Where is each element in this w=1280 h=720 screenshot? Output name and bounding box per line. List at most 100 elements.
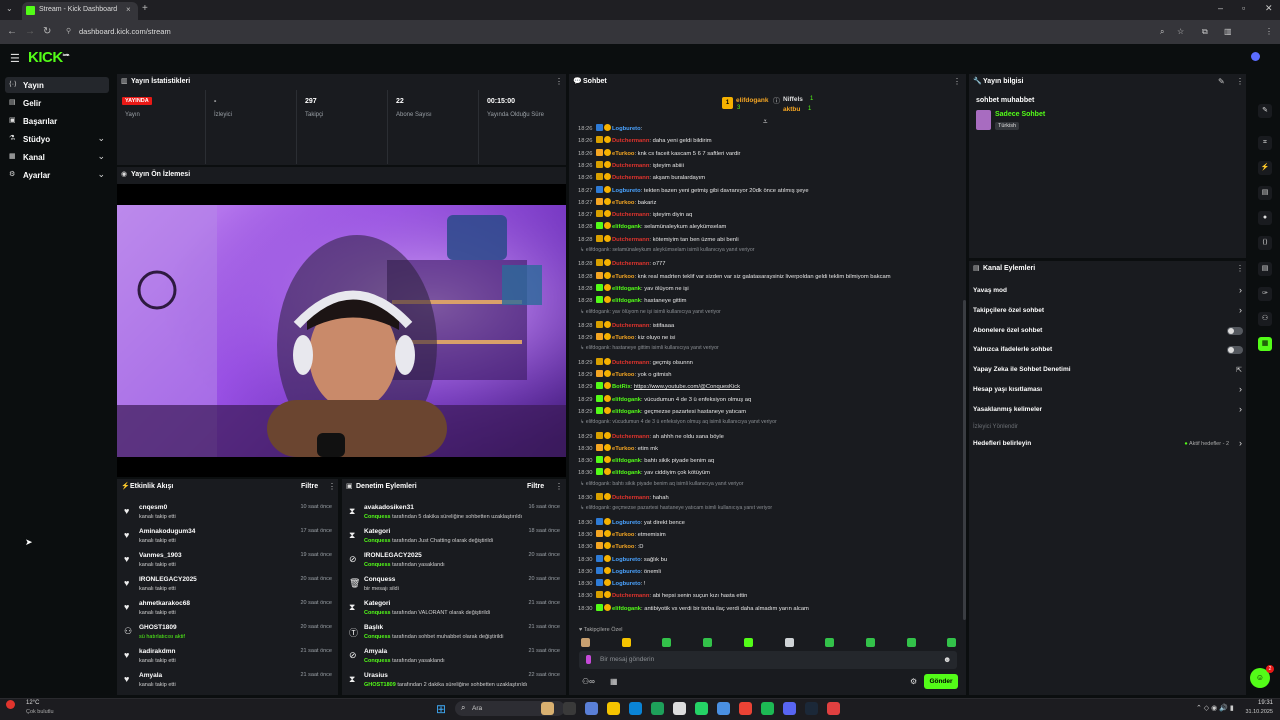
tool-icon[interactable]: ✑ bbox=[1258, 287, 1272, 301]
channel-action-4[interactable]: Yapay Zeka ile Sohbet Denetimi ⇱ bbox=[973, 363, 1245, 379]
kick-logo[interactable]: KICKbeta bbox=[28, 49, 69, 66]
activity-row[interactable]: ♥ ahmetkarakoc68 kanalı takip etti 20 saat … bbox=[117, 598, 338, 622]
chat-username[interactable]: eTurkoo bbox=[612, 151, 634, 157]
moderation-filter-button[interactable]: Filtre bbox=[527, 483, 544, 490]
chat-username[interactable]: elifdogank bbox=[612, 286, 641, 292]
activity-filter-button[interactable]: Filtre bbox=[301, 483, 318, 490]
taskbar-app-icon[interactable] bbox=[563, 702, 576, 715]
header-profile-icon[interactable] bbox=[1251, 52, 1260, 61]
moderation-menu-icon[interactable]: ⋮ bbox=[555, 482, 563, 491]
sidebar-icon[interactable]: ▥ bbox=[1224, 27, 1232, 36]
tray-icons[interactable]: ⌃ ◇ ◉ 🔊 ▮ bbox=[1196, 704, 1234, 712]
site-info-icon[interactable]: ⚲ bbox=[66, 27, 71, 35]
chat-username[interactable]: Dutchermann bbox=[612, 593, 649, 599]
browser-tab[interactable]: Stream - Kick Dashboard × bbox=[22, 2, 138, 20]
chat-username[interactable]: eTurkoo bbox=[612, 274, 634, 280]
chat-username[interactable]: elifdogank bbox=[612, 606, 641, 612]
chat-username[interactable]: Logbureto bbox=[612, 581, 641, 587]
chat-username[interactable]: eTurkoo bbox=[612, 532, 634, 538]
activity-row[interactable]: ♥ Amyala kanalı takip etti 21 saat önce bbox=[117, 670, 338, 694]
points-icon[interactable]: ⚇∞ bbox=[582, 677, 595, 686]
channel-actions-menu-icon[interactable]: ⋮ bbox=[1236, 264, 1244, 273]
pencil-icon[interactable]: ✎ bbox=[1258, 104, 1272, 118]
moderation-row[interactable]: Ⓣ Başlık Conquess tarafından sohbet muhabb… bbox=[342, 622, 566, 646]
chat-username[interactable]: elifdogank bbox=[612, 470, 641, 476]
channel-action-0[interactable]: Yavaş mod › bbox=[973, 284, 1245, 300]
active-tool-icon[interactable]: ▦ bbox=[1258, 337, 1272, 351]
sidebar-item-1[interactable]: ▤ Gelir bbox=[5, 95, 109, 111]
chat-username[interactable]: eTurkoo bbox=[612, 446, 634, 452]
sidebar-item-3[interactable]: ⚗ Stüdyo ⌄ bbox=[5, 131, 109, 147]
url-field[interactable]: ⚲ dashboard.kick.com/stream bbox=[64, 24, 1144, 39]
chat-username[interactable]: elifdogank bbox=[612, 458, 641, 464]
taskbar-app-icon[interactable] bbox=[541, 702, 554, 715]
taskbar-app-icon[interactable] bbox=[673, 702, 686, 715]
channel-action-6[interactable]: Yasaklanmış kelimeler › bbox=[973, 403, 1245, 419]
card-icon[interactable]: ▤ bbox=[1258, 262, 1272, 276]
taskbar-app-icon[interactable] bbox=[651, 702, 664, 715]
chat-username[interactable]: Logbureto bbox=[612, 569, 641, 575]
activity-menu-icon[interactable]: ⋮ bbox=[328, 482, 336, 491]
moderation-row[interactable]: ⧗ Kategori Conquess tarafından Just Chatti… bbox=[342, 526, 566, 550]
chat-username[interactable]: elifdogank bbox=[612, 224, 641, 230]
windows-start-icon[interactable]: ⊞ bbox=[436, 702, 446, 716]
emote-icon[interactable] bbox=[662, 638, 672, 647]
channel-action-5[interactable]: Hesap yaşı kısıtlaması › bbox=[973, 383, 1245, 399]
leader-3-name[interactable]: aktbu bbox=[783, 106, 800, 113]
moderator-name[interactable]: Conquess bbox=[364, 610, 391, 616]
chat-username[interactable]: Logbureto bbox=[612, 188, 641, 194]
moderation-row[interactable]: ⧗ Kategori Conquess tarafından VALORANT ol… bbox=[342, 598, 566, 622]
close-tab-icon[interactable]: × bbox=[126, 5, 131, 14]
moderator-name[interactable]: Conquess bbox=[364, 634, 391, 640]
sidebar-item-2[interactable]: ▣ Başarılar bbox=[5, 113, 109, 129]
chat-bubble-icon[interactable]: ● bbox=[1258, 211, 1272, 225]
taskbar-app-icon[interactable] bbox=[783, 702, 796, 715]
extensions-icon[interactable]: ⧉ bbox=[1202, 27, 1208, 37]
chat-username[interactable]: Logbureto bbox=[612, 520, 641, 526]
goals-row[interactable]: Hedefleri belirleyin ● Aktif hedefler - … bbox=[973, 437, 1245, 453]
hamburger-icon[interactable]: ☰ bbox=[10, 52, 20, 65]
activity-row[interactable]: ♥ kadirakdmn kanalı takip etti 21 saat önce bbox=[117, 646, 338, 670]
forward-icon[interactable]: → bbox=[25, 26, 35, 37]
chat-settings-icon[interactable]: ⚙ bbox=[910, 677, 917, 686]
emoji-icon[interactable]: ☻ bbox=[943, 655, 951, 664]
stats-menu-icon[interactable]: ⋮ bbox=[555, 77, 563, 86]
sidebar-item-0[interactable]: ⟨·⟩ Yayın bbox=[5, 77, 109, 93]
moderation-row[interactable]: 🗑 Conquess bir mesajı sildi 20 saat önce bbox=[342, 574, 566, 598]
share-icon[interactable]: ⚇ bbox=[1258, 312, 1272, 326]
emote-icon[interactable] bbox=[784, 638, 794, 647]
moderation-row[interactable]: ⧗ avakadosiken31 Conquess tarafından 5 dak… bbox=[342, 502, 566, 526]
activity-row[interactable]: ♥ IRONLEGACY2025 kanalı takip etti 20 saat … bbox=[117, 574, 338, 598]
activity-row[interactable]: ♥ Vanmes_1903 kanalı takip etti 19 saat önc… bbox=[117, 550, 338, 574]
channel-action-1[interactable]: Takipçilere özel sohbet › bbox=[973, 304, 1245, 320]
send-button[interactable]: Gönder bbox=[924, 674, 958, 689]
activity-row[interactable]: ♥ Aminakodugum34 kanalı takip etti 17 saat … bbox=[117, 526, 338, 550]
moderator-name[interactable]: Conquess bbox=[364, 658, 391, 664]
sidebar-item-4[interactable]: ▦ Kanal ⌄ bbox=[5, 149, 109, 165]
chat-username[interactable]: Dutchermann bbox=[612, 237, 649, 243]
emote-icon[interactable] bbox=[865, 638, 875, 647]
taskbar-app-icon[interactable] bbox=[585, 702, 598, 715]
minimize-icon[interactable]: – bbox=[1218, 3, 1223, 13]
bolt-icon[interactable]: ⚡ bbox=[1258, 161, 1272, 175]
leader-2-name[interactable]: Niffels bbox=[783, 96, 803, 103]
chat-username[interactable]: Dutchermann bbox=[612, 261, 649, 267]
emote-icon[interactable] bbox=[825, 638, 835, 647]
chat-username[interactable]: Dutchermann bbox=[612, 495, 649, 501]
chat-username[interactable]: elifdogank bbox=[612, 409, 641, 415]
activity-row[interactable]: ⚇ GHOST1809 sü hatırlatıcısı aktif 20 saat … bbox=[117, 622, 338, 646]
stream-info-menu-icon[interactable]: ⋮ bbox=[1236, 77, 1244, 86]
moderator-name[interactable]: Conquess bbox=[364, 538, 391, 544]
moderation-row[interactable]: ⊘ Amyala Conquess tarafından yasaklandı 21 … bbox=[342, 646, 566, 670]
chat-username[interactable]: Logbureto bbox=[612, 126, 641, 132]
chat-username[interactable]: BotRix bbox=[612, 384, 631, 390]
activity-row[interactable]: ♥ cnqesm0 kanalı takip etti 10 saat önce bbox=[117, 502, 338, 526]
close-window-icon[interactable]: ✕ bbox=[1265, 3, 1273, 14]
crop-icon[interactable]: ⌗ bbox=[1258, 136, 1272, 150]
tab-list-icon[interactable]: ⌄ bbox=[6, 4, 13, 13]
taskbar-app-icon[interactable] bbox=[739, 702, 752, 715]
broadcast-icon[interactable]: ⟨⟩ bbox=[1258, 236, 1272, 250]
moderator-name[interactable]: Conquess bbox=[364, 514, 391, 520]
chat-username[interactable]: Dutchermann bbox=[612, 323, 649, 329]
doc-icon[interactable]: ▤ bbox=[1258, 186, 1272, 200]
